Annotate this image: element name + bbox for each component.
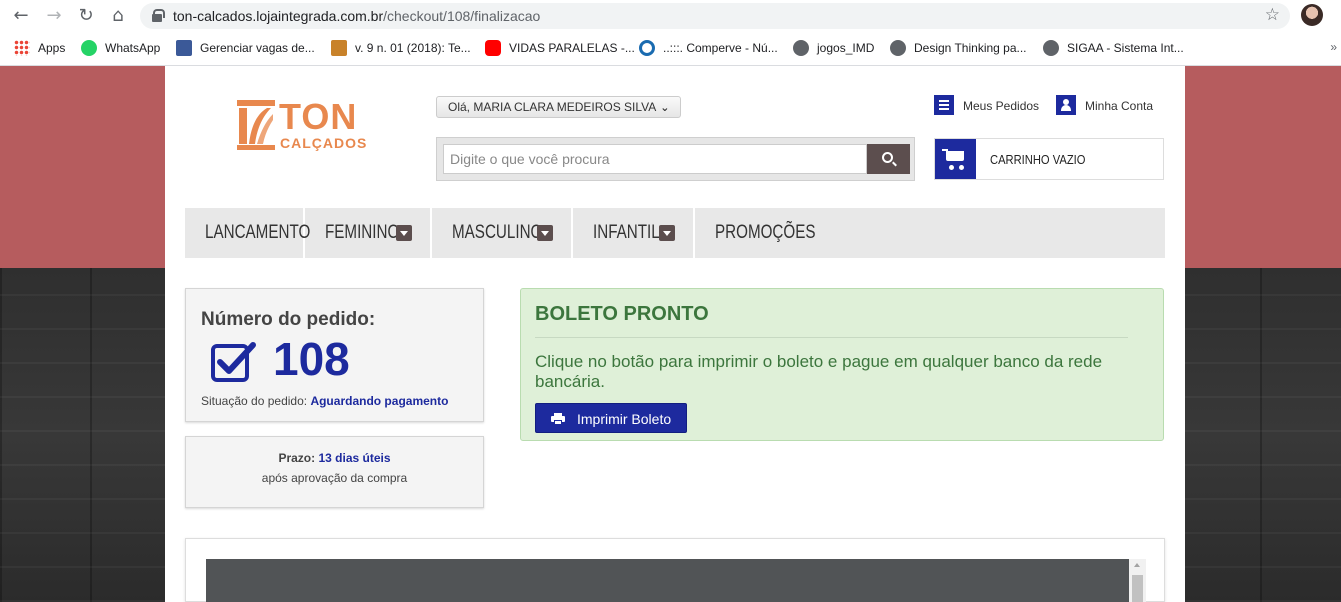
whatsapp-icon [81, 40, 97, 56]
bookmark-star-icon[interactable]: ☆ [1265, 5, 1280, 25]
print-boleto-button[interactable]: Imprimir Boleto [535, 403, 687, 433]
boleto-viewer [206, 559, 1129, 602]
globe-icon [890, 40, 906, 56]
scroll-up-icon[interactable] [1134, 563, 1140, 567]
bookmark-design-thinking[interactable]: Design Thinking pa... [890, 40, 1027, 56]
lock-icon [152, 9, 165, 22]
checkbox-checked-icon [211, 342, 256, 382]
home-icon[interactable]: ⌂ [108, 6, 128, 26]
my-account-label: Minha Conta [1085, 99, 1154, 113]
bookmarks-bar: Apps WhatsApp Gerenciar vagas de... v. 9… [0, 32, 1341, 66]
globe-icon [793, 40, 809, 56]
search-input[interactable] [443, 144, 867, 174]
journal-icon [331, 40, 347, 56]
cart-widget[interactable]: CARRINHO VAZIO [934, 138, 1164, 180]
apps-grid-icon [14, 40, 30, 56]
bookmark-sigaa[interactable]: SIGAA - Sistema Int... [1043, 40, 1184, 56]
menu-item-masculino[interactable]: MASCULINO [432, 208, 573, 258]
bookmark-whatsapp[interactable]: WhatsApp [81, 40, 160, 56]
profile-avatar[interactable] [1301, 4, 1323, 26]
boleto-frame [185, 538, 1165, 602]
bookmark-journal[interactable]: v. 9 n. 01 (2018): Te... [331, 40, 471, 56]
my-account-link[interactable]: Minha Conta [1056, 95, 1153, 117]
delivery-deadline-panel: Prazo: 13 dias úteis após aprovação da c… [185, 436, 484, 508]
menu-item-feminino[interactable]: FEMININO [305, 208, 432, 258]
search-icon [882, 152, 893, 163]
search-button[interactable] [867, 144, 910, 174]
menu-item-infantil[interactable]: INFANTIL [573, 208, 695, 258]
more-bookmarks-icon[interactable]: » [1330, 40, 1337, 54]
caret-down-icon [659, 225, 675, 241]
bookmark-jogos[interactable]: jogos_IMD [793, 40, 874, 56]
boleto-ready-alert: BOLETO PRONTO Clique no botão para impri… [520, 288, 1164, 441]
my-orders-link[interactable]: Meus Pedidos [934, 95, 1039, 117]
boleto-title: BOLETO PRONTO [535, 303, 709, 325]
facebook-icon [176, 40, 192, 56]
youtube-icon [485, 40, 501, 56]
deadline-line: Prazo: 13 dias úteis [278, 451, 391, 465]
logo-mark-icon [237, 100, 275, 150]
list-icon [934, 95, 954, 115]
reload-icon[interactable]: ↻ [76, 6, 96, 26]
menu-item-lancamento[interactable]: LANCAMENTO [185, 208, 310, 258]
url-text: ton-calcados.lojaintegrada.com.br/checko… [173, 8, 541, 24]
forward-arrow-icon[interactable]: → [44, 6, 64, 26]
page-container: TON CALÇADOS Olá, MARIA CLARA MEDEIROS S… [165, 66, 1185, 602]
cart-label: CARRINHO VAZIO [990, 152, 1086, 167]
deadline-note: após aprovação da compra [261, 471, 408, 485]
chevron-down-icon: ⌄ [660, 101, 670, 114]
browser-toolbar: ← → ↻ ⌂ ton-calcados.lojaintegrada.com.b… [0, 0, 1341, 32]
bookmark-youtube[interactable]: VIDAS PARALELAS -... [485, 40, 635, 56]
my-orders-label: Meus Pedidos [963, 99, 1040, 113]
order-number: 108 [273, 333, 350, 385]
cart-icon [935, 139, 976, 179]
address-bar[interactable]: ton-calcados.lojaintegrada.com.br/checko… [140, 3, 1290, 29]
comperve-icon [639, 40, 655, 56]
order-status: Situação do pedido: Aguardando pagamento [201, 394, 449, 408]
store-logo[interactable]: TON CALÇADOS [237, 96, 368, 154]
printer-icon [551, 413, 565, 425]
order-number-title: Número do pedido: [201, 309, 376, 330]
bookmark-facebook[interactable]: Gerenciar vagas de... [176, 40, 315, 56]
caret-down-icon [537, 225, 553, 241]
globe-icon [1043, 40, 1059, 56]
logo-wordmark: TON [279, 96, 358, 137]
caret-down-icon [396, 225, 412, 241]
bookmark-comperve[interactable]: ..:::. Comperve - Nú... [639, 40, 778, 56]
user-greeting-dropdown[interactable]: Olá, MARIA CLARA MEDEIROS SILVA ⌄ [436, 96, 681, 118]
boleto-instructions: Clique no botão para imprimir o boleto e… [535, 352, 1103, 391]
search-bar [436, 137, 915, 181]
greeting-text: Olá, MARIA CLARA MEDEIROS SILVA [448, 100, 657, 114]
order-number-panel: Número do pedido: 108 Situação do pedido… [185, 288, 484, 422]
user-icon [1056, 95, 1076, 115]
menu-item-promocoes[interactable]: PROMOÇÕES [695, 208, 816, 258]
print-boleto-label: Imprimir Boleto [577, 411, 672, 427]
back-arrow-icon[interactable]: ← [11, 6, 31, 26]
logo-subtitle: CALÇADOS [280, 135, 368, 151]
bookmark-apps[interactable]: Apps [14, 40, 65, 56]
scroll-thumb[interactable] [1132, 575, 1143, 602]
category-menu: LANCAMENTO FEMININO MASCULINO INFANTIL P… [185, 208, 1165, 258]
divider [535, 337, 1128, 338]
frame-scrollbar[interactable] [1129, 559, 1146, 602]
web-page: TON CALÇADOS Olá, MARIA CLARA MEDEIROS S… [0, 66, 1341, 602]
